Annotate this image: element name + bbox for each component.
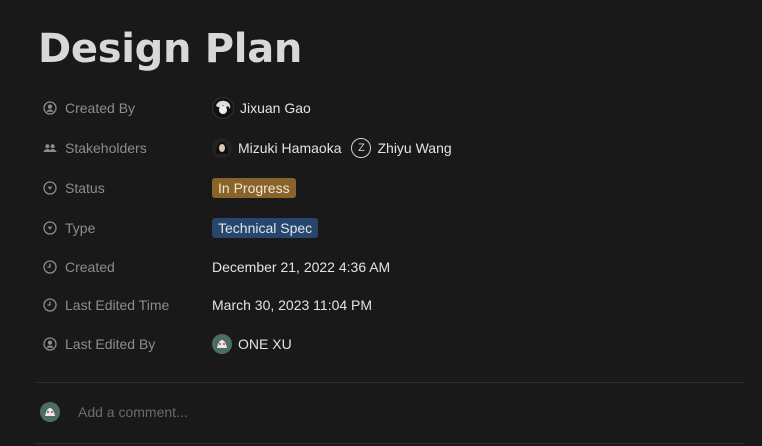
- person-chip[interactable]: Mizuki Hamaoka: [212, 138, 341, 158]
- clock-icon: [43, 298, 57, 312]
- label-text: Type: [65, 220, 96, 236]
- divider: [36, 443, 744, 444]
- label-text: Created: [65, 259, 115, 275]
- property-created: Created December 21, 2022 4:36 AM: [36, 252, 736, 282]
- person-name: Jixuan Gao: [240, 100, 311, 116]
- last-edited-date: March 30, 2023 11:04 PM: [212, 297, 373, 313]
- type-badge[interactable]: Technical Spec: [212, 218, 319, 238]
- person-circle-icon: [43, 101, 57, 115]
- label-text: Last Edited By: [65, 336, 156, 352]
- label-text: Created By: [65, 100, 136, 116]
- person-name: ONE XU: [238, 336, 292, 352]
- property-label-last-edited-by[interactable]: Last Edited By: [36, 336, 212, 352]
- avatar: [40, 402, 60, 422]
- property-label-status[interactable]: Status: [36, 180, 212, 196]
- label-text: Status: [65, 180, 105, 196]
- avatar: Z: [351, 138, 372, 158]
- person-name: Zhiyu Wang: [377, 140, 452, 156]
- comment-input[interactable]: [78, 404, 478, 420]
- select-circle-icon: [43, 181, 57, 195]
- label-text: Last Edited Time: [65, 297, 170, 313]
- avatar: [212, 138, 232, 158]
- property-label-created[interactable]: Created: [36, 259, 212, 275]
- property-label-created-by[interactable]: Created By: [36, 100, 212, 116]
- people-icon: [43, 141, 57, 155]
- page-title[interactable]: Design Plan: [38, 26, 302, 72]
- label-text: Stakeholders: [65, 140, 147, 156]
- person-chip[interactable]: Jixuan Gao: [212, 97, 311, 119]
- person-chip[interactable]: Z Zhiyu Wang: [351, 138, 452, 158]
- property-last-edited-time: Last Edited Time March 30, 2023 11:04 PM: [36, 290, 736, 320]
- property-label-stakeholders[interactable]: Stakeholders: [36, 140, 212, 156]
- person-chip[interactable]: ONE XU: [212, 334, 292, 354]
- select-circle-icon: [43, 221, 57, 235]
- property-status: Status In Progress: [36, 173, 736, 203]
- status-badge[interactable]: In Progress: [212, 178, 296, 198]
- property-label-type[interactable]: Type: [36, 220, 212, 236]
- property-type: Type Technical Spec: [36, 213, 736, 243]
- property-label-last-edited-time[interactable]: Last Edited Time: [36, 297, 212, 313]
- property-last-edited-by: Last Edited By ONE XU: [36, 329, 736, 359]
- avatar: [212, 334, 232, 354]
- clock-icon: [43, 260, 57, 274]
- property-created-by: Created By Jixuan Gao: [36, 93, 736, 123]
- person-circle-icon: [43, 337, 57, 351]
- divider: [36, 382, 744, 383]
- comment-row: [40, 402, 478, 422]
- created-date: December 21, 2022 4:36 AM: [212, 259, 391, 275]
- person-name: Mizuki Hamaoka: [238, 140, 342, 156]
- property-stakeholders: Stakeholders Mizuki Hamaoka Z Zhiyu Wang: [36, 133, 736, 163]
- avatar: [212, 97, 234, 119]
